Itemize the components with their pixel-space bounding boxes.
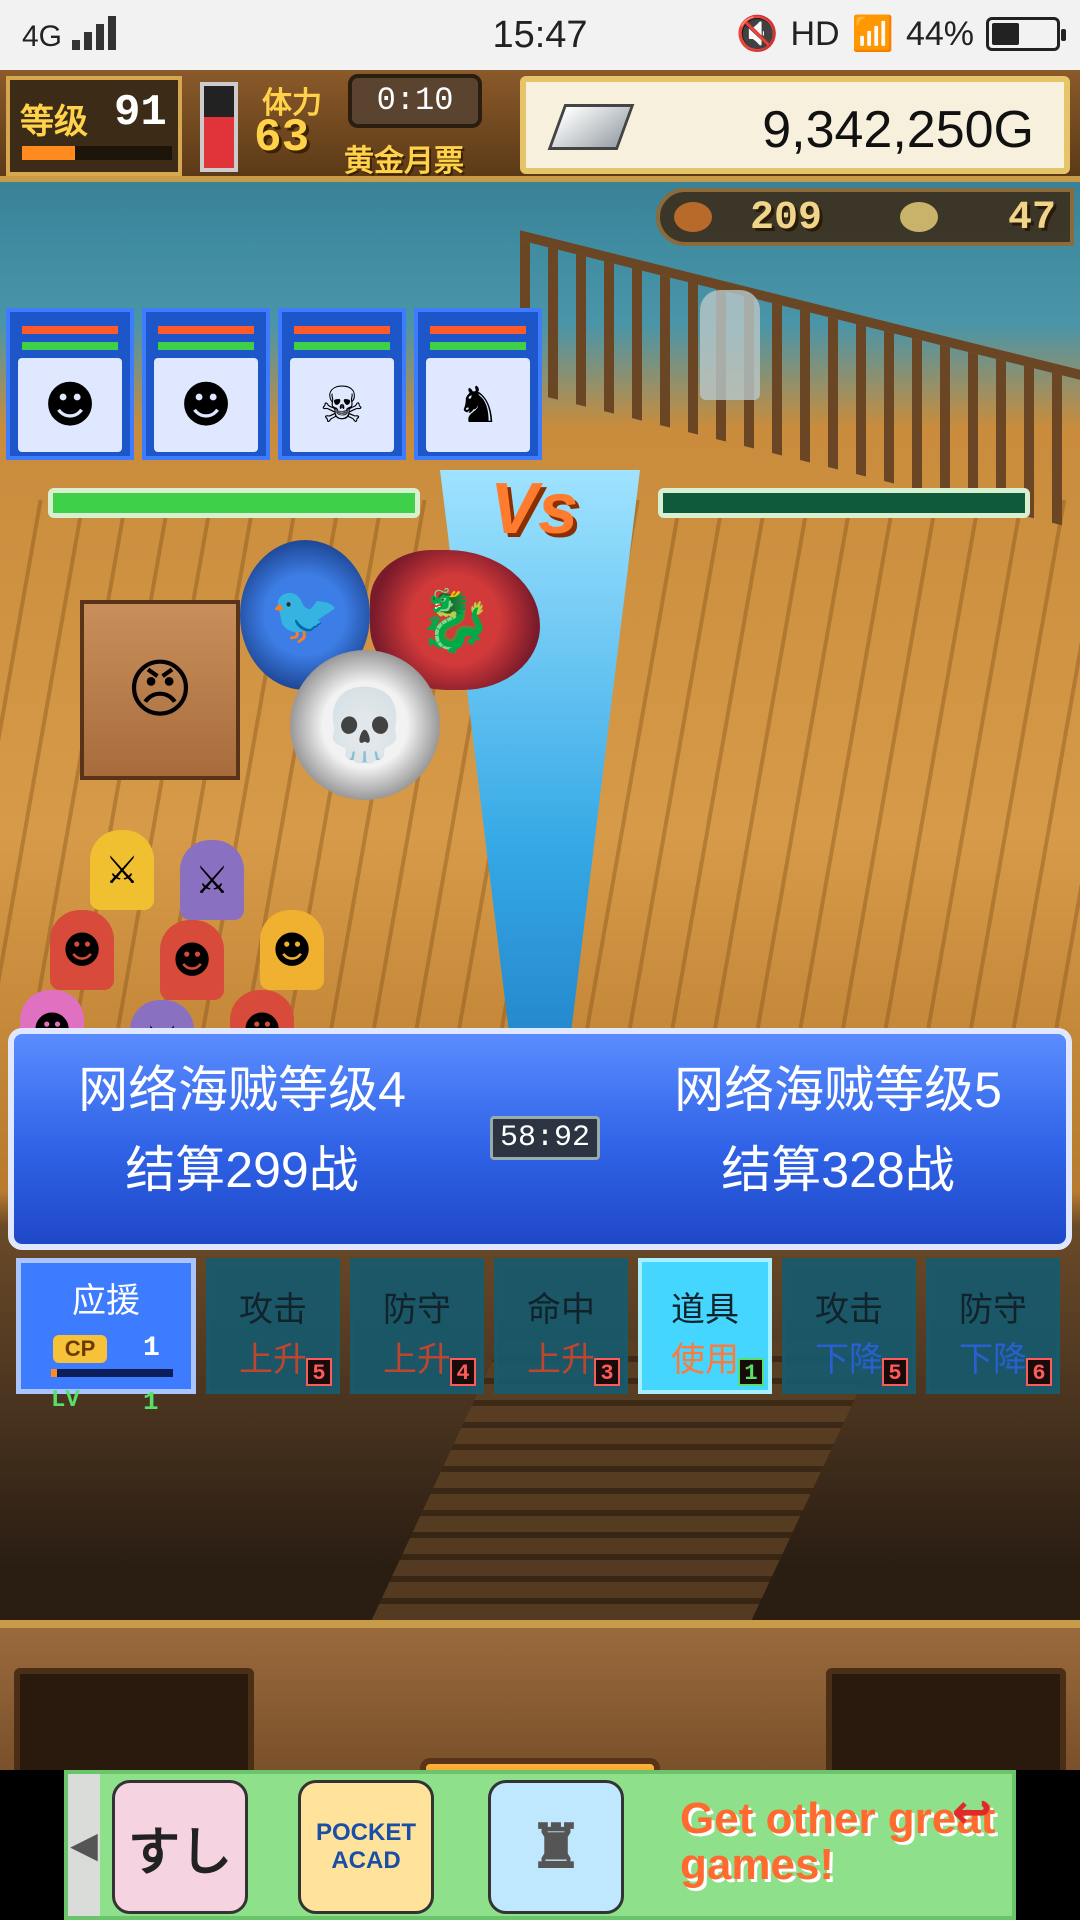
level-value: 91	[114, 88, 167, 138]
command-button[interactable]: 攻击 下降 5	[782, 1258, 916, 1394]
command-button[interactable]: 攻击 上升 5	[206, 1258, 340, 1394]
dragon-icon: ♞	[426, 358, 530, 452]
party-cards: ☻ ☻ ☠ ♞	[6, 308, 542, 460]
pirate-icon: ☻	[154, 358, 258, 452]
ad-game-icon[interactable]: すし	[112, 1780, 248, 1914]
battle-timer: 58:92	[490, 1116, 600, 1160]
cheer-lv-value: 1	[143, 1387, 159, 1417]
medal-value: 47	[1007, 196, 1056, 241]
level-box: 等级 91	[6, 76, 182, 176]
expand-menu-button[interactable]	[420, 1758, 660, 1770]
ad-game-icon[interactable]: POCKET ACAD	[298, 1780, 434, 1914]
game-scene[interactable]: 等级 91 体力 63 0:10 黄金月票 9,342,250G 209 47 …	[0, 70, 1080, 1770]
command-row: 应援 CP 1 LV 1 攻击 上升 5 防守 上升 4 命中 上升 3 道具 使用 1 攻击 下降 5 防守…	[16, 1258, 1060, 1417]
lamp-post	[700, 290, 760, 400]
return-arrow-icon: ↩	[951, 1784, 992, 1840]
command-label: 命中	[527, 1291, 595, 1329]
cp-progress-bar	[51, 1369, 173, 1377]
ad-banner[interactable]: ◀ すし POCKET ACAD ♜ Get other great games…	[0, 1770, 1080, 1920]
mute-icon: 🔇	[736, 15, 779, 53]
command-count: 1	[738, 1358, 764, 1386]
hd-indicator: HD	[790, 14, 840, 53]
skull-icon: 💀	[290, 650, 440, 800]
silver-bar-icon	[547, 104, 635, 150]
command-button[interactable]: 防守 上升 4	[350, 1258, 484, 1394]
wifi-icon: 📶	[851, 15, 894, 53]
cp-badge: CP	[53, 1335, 107, 1363]
gold-value: 9,342,250G	[762, 101, 1034, 159]
bottom-panel	[0, 1620, 1080, 1770]
command-count: 5	[306, 1358, 332, 1386]
command-count: 3	[594, 1358, 620, 1386]
gold-box[interactable]: 9,342,250G	[520, 76, 1070, 174]
stamina-vial	[200, 82, 238, 172]
cheer-button[interactable]: 应援 CP 1 LV 1	[16, 1258, 196, 1417]
status-bar: 4G 15:47 🔇 HD 📶 44%	[0, 0, 1080, 70]
cheer-title: 应援	[72, 1282, 140, 1320]
command-label: 攻击	[239, 1291, 307, 1329]
command-label: 攻击	[815, 1291, 883, 1329]
command-button[interactable]: 道具 使用 1	[638, 1258, 772, 1394]
party-member[interactable]: ♞	[414, 308, 542, 460]
command-count: 4	[450, 1358, 476, 1386]
player-team-name: 网络海贼等级4	[78, 1062, 406, 1118]
knight-icon: ⚔	[180, 840, 244, 920]
medal-icon	[900, 202, 938, 232]
pirate-icon: ☻	[260, 910, 324, 990]
level-label: 等级	[20, 103, 88, 141]
right-slot[interactable]	[826, 1668, 1066, 1770]
player-hp-bar	[48, 488, 420, 518]
meat-icon	[674, 202, 712, 232]
food-value: 209	[750, 196, 823, 241]
party-member[interactable]: ☻	[6, 308, 134, 460]
command-button[interactable]: 防守 下降 6	[926, 1258, 1060, 1394]
command-label: 防守	[383, 1291, 451, 1329]
enemy-team-record: 结算328战	[721, 1142, 955, 1198]
battery-percent: 44%	[905, 14, 974, 53]
left-slot[interactable]	[14, 1668, 254, 1770]
command-count: 5	[882, 1358, 908, 1386]
knight-icon: ⚔	[90, 830, 154, 910]
party-member[interactable]: ☠	[278, 308, 406, 460]
enemy-team-name: 网络海贼等级5	[674, 1062, 1002, 1118]
player-army: 🐦 🐉 😠 💀 ⚔ ⚔ ☻ ☻ ☻ ☻ ⚔ ☻	[10, 520, 540, 1080]
party-member[interactable]: ☻	[142, 308, 270, 460]
battery-icon	[986, 17, 1066, 51]
skull-icon: ☠	[290, 358, 394, 452]
top-hud: 等级 91 体力 63 0:10 黄金月票 9,342,250G	[0, 70, 1080, 182]
command-button[interactable]: 命中 上升 3	[494, 1258, 628, 1394]
pirate-icon: ☻	[50, 910, 114, 990]
command-count: 6	[1026, 1358, 1052, 1386]
ad-game-icon[interactable]: ♜	[488, 1780, 624, 1914]
enemy-hp-bar	[658, 488, 1030, 518]
match-info-panel: 网络海贼等级4 结算299战 58:92 网络海贼等级5 结算328战	[8, 1028, 1072, 1250]
cheer-lv-label: LV	[51, 1387, 80, 1414]
cp-value: 1	[143, 1333, 160, 1364]
resource-bar: 209 47	[656, 188, 1074, 246]
chevron-left-icon[interactable]: ◀	[68, 1774, 100, 1916]
command-label: 道具	[671, 1291, 739, 1329]
command-label: 防守	[959, 1291, 1027, 1329]
box-monster-icon: 😠	[80, 600, 240, 780]
player-team-record: 结算299战	[125, 1142, 359, 1198]
event-label[interactable]: 黄金月票	[344, 136, 464, 180]
stamina-timer: 0:10	[348, 74, 482, 128]
pirate-icon: ☻	[160, 920, 224, 1000]
stamina-value: 63	[254, 112, 310, 164]
level-progress-bar	[22, 146, 172, 160]
pirate-icon: ☻	[18, 358, 122, 452]
